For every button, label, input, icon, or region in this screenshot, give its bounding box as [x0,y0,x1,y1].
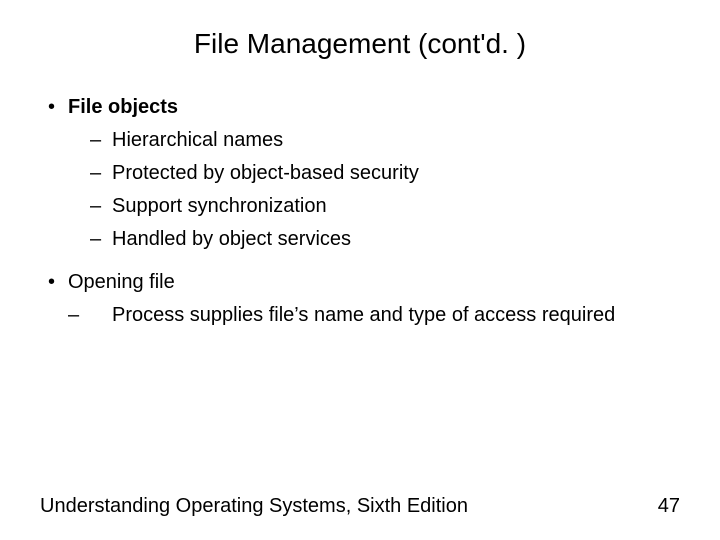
sub-text: Handled by object services [112,228,351,250]
page-number: 47 [658,495,680,518]
sub-text: Protected by object-based security [112,162,419,184]
sub-item: –Protected by object-based security [90,160,680,187]
slide: File Management (cont'd. ) •File objects… [0,0,720,540]
dash-icon: – [90,302,112,329]
sub-text: Support synchronization [112,195,327,217]
sub-text: Process supplies file’s name and type of… [112,304,615,326]
slide-content: •File objects –Hierarchical names –Prote… [40,94,680,329]
bullet-label: Opening file [68,271,175,293]
bullet-icon: • [48,269,68,296]
dash-icon: – [90,193,112,220]
slide-title: File Management (cont'd. ) [40,28,680,60]
sub-item: –Handled by object services [90,226,680,253]
sub-item: –Process supplies file’s name and type o… [40,302,680,329]
bullet-file-objects: •File objects [48,94,680,121]
sub-item: –Support synchronization [90,193,680,220]
dash-icon: – [90,160,112,187]
footer-source: Understanding Operating Systems, Sixth E… [40,495,468,518]
slide-footer: Understanding Operating Systems, Sixth E… [40,495,680,518]
bullet-label: File objects [68,96,178,118]
dash-icon: – [90,226,112,253]
bullet-opening-file: •Opening file [48,269,680,296]
bullet-icon: • [48,94,68,121]
sub-item: –Hierarchical names [90,127,680,154]
dash-icon: – [90,127,112,154]
sub-text: Hierarchical names [112,129,283,151]
